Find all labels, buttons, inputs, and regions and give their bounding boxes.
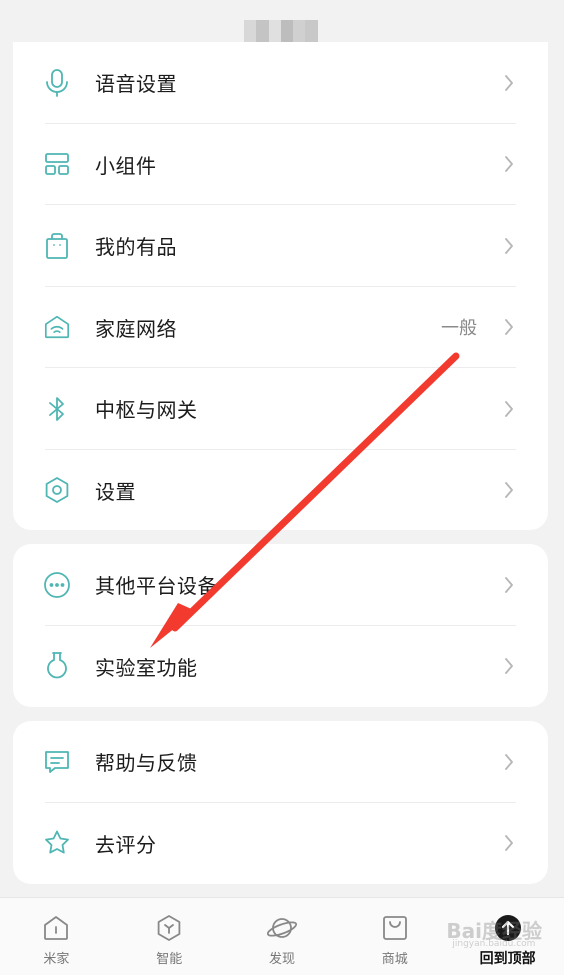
tab-smart[interactable]: 智能: [113, 898, 226, 975]
menu-item-label: 我的有品: [95, 235, 177, 260]
shopping-bag-icon: [43, 232, 71, 260]
menu-item-rate-app[interactable]: 去评分: [13, 803, 548, 885]
menu-item-home-network[interactable]: 家庭网络 一般: [13, 287, 548, 368]
menu-item-widgets[interactable]: 小组件: [13, 124, 548, 205]
chevron-right-icon: [502, 399, 516, 419]
tab-label: 米家: [43, 952, 70, 967]
tab-store[interactable]: 商城: [338, 898, 451, 975]
feedback-icon: [43, 748, 71, 776]
blur-block: [280, 20, 294, 44]
blur-block: [256, 20, 269, 44]
menu-item-label: 小组件: [95, 153, 157, 178]
more-dots-icon: [43, 571, 71, 599]
hexagon-settings-icon: [43, 476, 71, 504]
blur-block: [244, 20, 257, 44]
chevron-right-icon: [502, 317, 516, 337]
menu-item-hub-gateway[interactable]: 中枢与网关: [13, 368, 548, 450]
tab-label: 商城: [381, 952, 408, 967]
flask-icon: [43, 652, 71, 680]
menu-item-lab-features[interactable]: 实验室功能: [13, 626, 548, 708]
tab-discover[interactable]: 发现: [226, 898, 339, 975]
menu-item-label: 语音设置: [95, 72, 177, 97]
menu-item-my-youpin[interactable]: 我的有品: [13, 205, 548, 287]
smart-icon: [153, 912, 185, 944]
settings-card-help: 帮助与反馈 去评分: [13, 721, 548, 884]
menu-item-label: 实验室功能: [95, 655, 198, 680]
menu-item-other-platform-devices[interactable]: 其他平台设备: [13, 544, 548, 626]
network-status-value: 一般: [441, 318, 477, 340]
tab-mijia[interactable]: 米家: [0, 898, 113, 975]
chevron-right-icon: [502, 73, 516, 93]
star-icon: [43, 829, 71, 857]
menu-item-voice-settings[interactable]: 语音设置: [13, 42, 548, 124]
home-wifi-icon: [43, 313, 71, 341]
chevron-right-icon: [502, 833, 516, 853]
widget-grid-icon: [43, 150, 71, 178]
chevron-right-icon: [502, 656, 516, 676]
blur-block: [305, 20, 318, 44]
tab-label: 发现: [268, 952, 295, 967]
chevron-right-icon: [502, 752, 516, 772]
bluetooth-icon: [43, 395, 71, 423]
tab-label: 回到顶部: [479, 951, 536, 967]
shop-bag-icon: [379, 912, 411, 944]
menu-item-settings[interactable]: 设置: [13, 450, 548, 531]
menu-item-help-feedback[interactable]: 帮助与反馈: [13, 721, 548, 803]
microphone-icon: [43, 68, 71, 97]
settings-card-other: 其他平台设备 实验室功能: [13, 544, 548, 707]
menu-item-label: 家庭网络: [95, 316, 177, 341]
tab-label: 智能: [156, 952, 183, 967]
chevron-right-icon: [502, 480, 516, 500]
menu-item-label: 设置: [95, 479, 136, 504]
planet-icon: [266, 912, 298, 944]
chevron-right-icon: [502, 154, 516, 174]
chevron-right-icon: [502, 575, 516, 595]
settings-card-main: 语音设置 小组件 我的有品 家庭网络 一般 中枢与网关 设置: [13, 42, 548, 530]
chevron-right-icon: [502, 236, 516, 256]
baidu-jingyan-watermark: Bai度经验 jingyan.baidu.com: [446, 915, 542, 949]
menu-item-label: 帮助与反馈: [95, 751, 198, 776]
watermark-subtext: jingyan.baidu.com: [452, 939, 536, 949]
menu-item-label: 其他平台设备: [95, 574, 218, 599]
blur-block: [293, 20, 306, 44]
menu-item-label: 中枢与网关: [95, 398, 198, 423]
menu-item-label: 去评分: [95, 832, 157, 857]
blur-block: [268, 20, 281, 44]
home-icon: [40, 912, 72, 944]
page-title-blurred: [244, 20, 318, 44]
